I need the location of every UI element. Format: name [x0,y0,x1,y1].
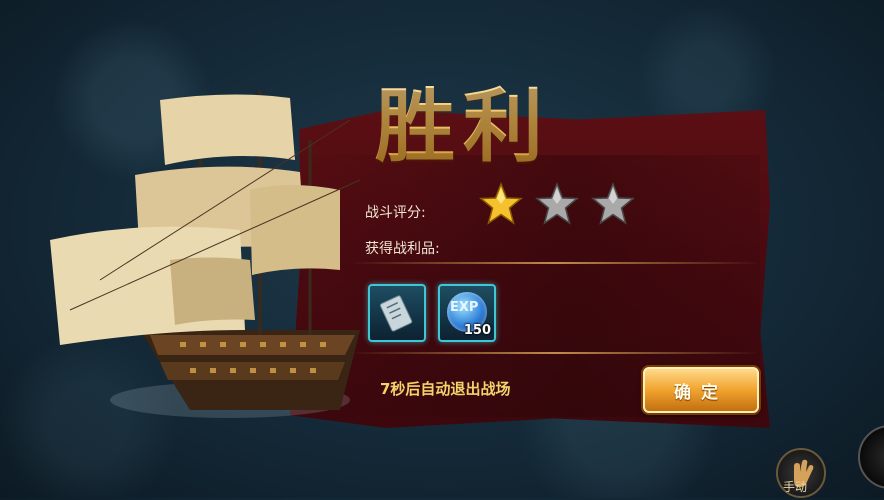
manual-label: 手动 [783,480,808,494]
star-icon-empty [535,182,579,225]
ship-illustration [50,90,361,418]
star-icon-filled [479,182,523,225]
confirm-button[interactable]: 确定 [643,367,759,413]
divider-bottom [350,352,760,354]
loot-label: 获得战利品: [365,241,440,257]
reward-item-wine-ticket[interactable] [368,284,426,342]
exp-amount: 150 [463,323,491,338]
exp-badge-text: EXP [450,300,479,315]
reward-item-exp[interactable]: EXP 150 [438,284,496,342]
star-icon-empty [591,182,635,225]
battle-rating-label: 战斗评分: [365,205,426,221]
wine-ticket-icon [379,295,413,332]
confirm-button-label: 确定 [674,382,728,403]
divider-top [350,262,760,264]
auto-exit-countdown: 7秒后自动退出战场 [380,380,511,398]
victory-title: 胜利 [375,62,551,178]
